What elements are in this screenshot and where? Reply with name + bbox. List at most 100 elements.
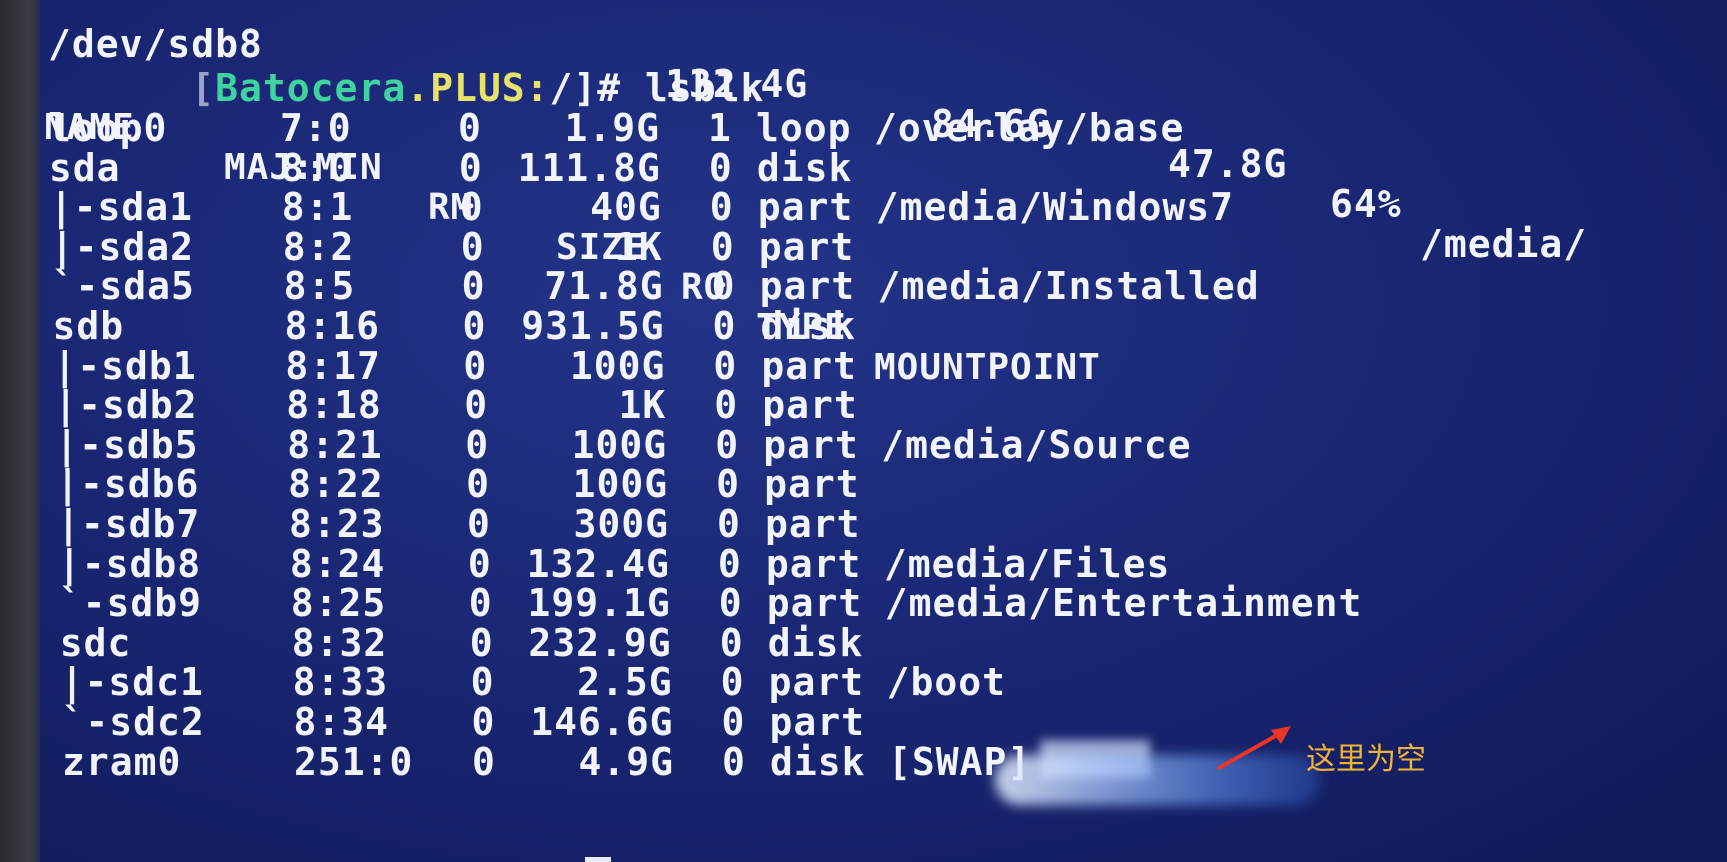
cell-majmin: 8:22 <box>288 462 384 507</box>
cell-size: 1K <box>618 383 667 428</box>
cell-rm: 0 <box>466 462 490 507</box>
prompt-command: /]# lsblk <box>549 66 765 110</box>
cell-majmin: 8:1 <box>281 185 354 230</box>
cell-rm: 0 <box>470 660 495 705</box>
cell-name: |-sda2 <box>50 224 194 269</box>
cell-name: sdc <box>59 620 132 665</box>
cell-type: disk <box>767 620 864 665</box>
terminal-cursor <box>585 857 611 862</box>
terminal-screen: /dev/sdb8 132.4G 84.6G 47.8G 64% /media/… <box>40 0 1727 862</box>
cell-rm: 0 <box>467 502 491 546</box>
cell-rm: 0 <box>460 224 485 269</box>
prompt-open-bracket: [ <box>191 66 216 110</box>
cell-mount: /media/Entertainment <box>884 581 1363 626</box>
cell-majmin: 8:0 <box>280 145 353 190</box>
cell-ro: 0 <box>711 264 736 309</box>
cell-majmin: 8:23 <box>289 502 385 546</box>
cell-name: loop0 <box>48 106 168 150</box>
cell-rm: 0 <box>467 541 492 586</box>
cell-name: |-sdb5 <box>55 422 199 467</box>
cell-type: disk <box>756 145 853 190</box>
cell-majmin: 8:32 <box>291 620 388 665</box>
cell-rm: 0 <box>471 700 496 744</box>
cell-rm: 0 <box>458 145 483 190</box>
cell-majmin: 8:33 <box>292 660 389 705</box>
cell-majmin: 8:21 <box>287 422 383 467</box>
cell-mount: /media/Files <box>883 541 1171 586</box>
cell-type: disk <box>760 304 857 348</box>
cell-rm: 0 <box>472 739 496 784</box>
cell-name: |-sda1 <box>49 185 194 230</box>
cell-ro: 0 <box>713 343 738 388</box>
cell-name: sda <box>48 145 121 190</box>
prev-avail: 47.8G <box>1168 142 1288 186</box>
cell-ro: 0 <box>718 581 743 626</box>
cell-size: 40G <box>590 185 662 230</box>
cell-rm: 0 <box>458 106 482 150</box>
red-arrow-icon <box>1217 726 1291 770</box>
cell-size: 111.8G <box>517 145 661 190</box>
cell-size: 100G <box>572 462 669 507</box>
cell-type: part <box>765 541 862 586</box>
cell-ro: 0 <box>722 739 746 784</box>
cell-majmin: 8:24 <box>289 541 386 586</box>
cell-size: 100G <box>571 422 668 467</box>
cell-name: |-sdb8 <box>57 541 202 586</box>
cell-name: sdb <box>52 304 125 348</box>
cell-name: |-sdb2 <box>54 383 198 428</box>
cell-type: part <box>769 700 866 744</box>
cell-ro: 0 <box>721 700 746 744</box>
cell-majmin: 8:34 <box>293 700 390 744</box>
cell-type: part <box>765 502 861 546</box>
cell-size: 931.5G <box>521 304 665 348</box>
prev-use-pct: 64% <box>1330 182 1402 226</box>
cell-majmin: 7:0 <box>280 106 352 150</box>
cell-name: |-sdb6 <box>56 462 200 507</box>
cell-rm: 0 <box>469 620 494 665</box>
cell-size: 2.5G <box>577 660 673 705</box>
cell-size: 132.4G <box>526 541 670 586</box>
cell-ro: 0 <box>717 541 742 586</box>
cell-type: part <box>758 224 855 269</box>
cell-ro: 0 <box>719 620 744 665</box>
cell-majmin: 8:17 <box>285 343 381 388</box>
header-mountpoint: MOUNTPOINT <box>874 347 1101 388</box>
cell-mount: /overlay/base <box>874 106 1185 150</box>
cell-majmin: 8:25 <box>290 581 387 626</box>
cell-name: `-sdb9 <box>58 581 203 626</box>
cell-type: loop <box>756 106 852 150</box>
cell-majmin: 8:16 <box>284 304 381 348</box>
cell-size: 1K <box>614 224 663 269</box>
cell-ro: 1 <box>708 106 732 150</box>
cell-rm: 0 <box>461 264 486 309</box>
cell-size: 300G <box>573 502 669 546</box>
cell-type: part <box>762 383 858 428</box>
cell-mount: /media/Installed <box>877 264 1260 309</box>
cell-type: part <box>761 343 857 388</box>
cell-majmin: 251:0 <box>294 739 414 784</box>
cell-mount: /media/Windows7 <box>875 185 1234 230</box>
cell-name: |-sdb7 <box>57 502 201 546</box>
cell-majmin: 8:5 <box>283 264 356 309</box>
cell-ro: 0 <box>714 383 739 428</box>
cell-rm: 0 <box>465 422 490 467</box>
annotation-label: 这里为空 <box>1306 742 1426 777</box>
cell-ro: 0 <box>710 224 735 269</box>
cell-type: part <box>768 660 865 705</box>
cell-majmin: 8:18 <box>286 383 382 428</box>
cell-majmin: 8:2 <box>282 224 355 269</box>
prompt-dot: . <box>406 66 431 110</box>
cell-mount: /boot <box>886 660 1006 705</box>
cell-name: zram0 <box>62 739 182 784</box>
cell-size: 1.9G <box>564 106 660 150</box>
prompt-colon: : <box>525 66 550 110</box>
cell-size: 100G <box>569 343 666 388</box>
cell-type: part <box>759 264 856 309</box>
cell-name: `-sdc2 <box>61 700 205 744</box>
cell-size: 146.6G <box>530 700 674 744</box>
prompt-plus: PLUS <box>430 66 526 110</box>
cell-ro: 0 <box>717 502 741 546</box>
cell-ro: 0 <box>715 422 740 467</box>
cell-size: 232.9G <box>528 620 672 665</box>
cell-rm: 0 <box>462 304 487 348</box>
